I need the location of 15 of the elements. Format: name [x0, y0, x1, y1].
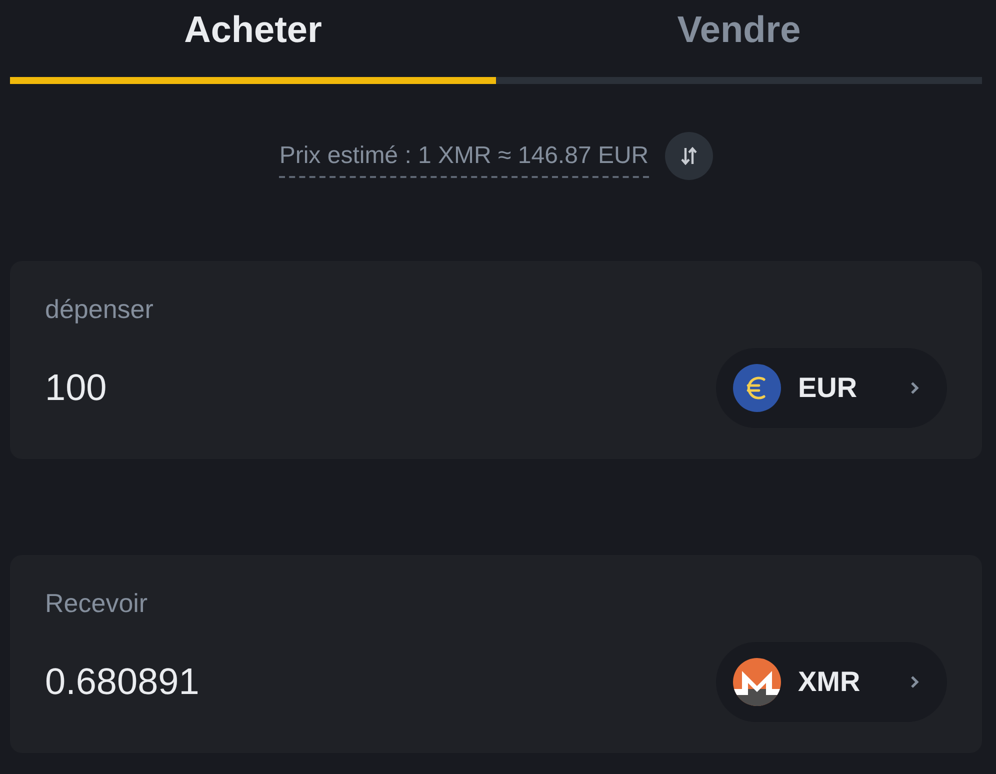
chevron-right-icon [910, 381, 919, 395]
euro-coin-icon [733, 364, 781, 412]
m-coin-icon [733, 658, 781, 706]
swap-arrows-icon [680, 147, 697, 165]
currency-selector[interactable]: EUR [716, 348, 947, 428]
estimated-price-text[interactable]: Prix estimé : 1 XMR ≈ 146.87 EUR [279, 142, 649, 178]
chevron-right-icon [910, 675, 919, 689]
amount-input[interactable]: 0.680891 [45, 658, 696, 706]
tab[interactable]: Vendre [496, 0, 982, 84]
tab[interactable]: Acheter [10, 0, 496, 84]
currency-selector[interactable]: XMR [716, 642, 947, 722]
swap-button[interactable] [664, 132, 713, 180]
amount-input[interactable]: 100 [45, 364, 696, 412]
field-label: dépenser [45, 293, 154, 326]
field-label: Recevoir [45, 587, 148, 620]
